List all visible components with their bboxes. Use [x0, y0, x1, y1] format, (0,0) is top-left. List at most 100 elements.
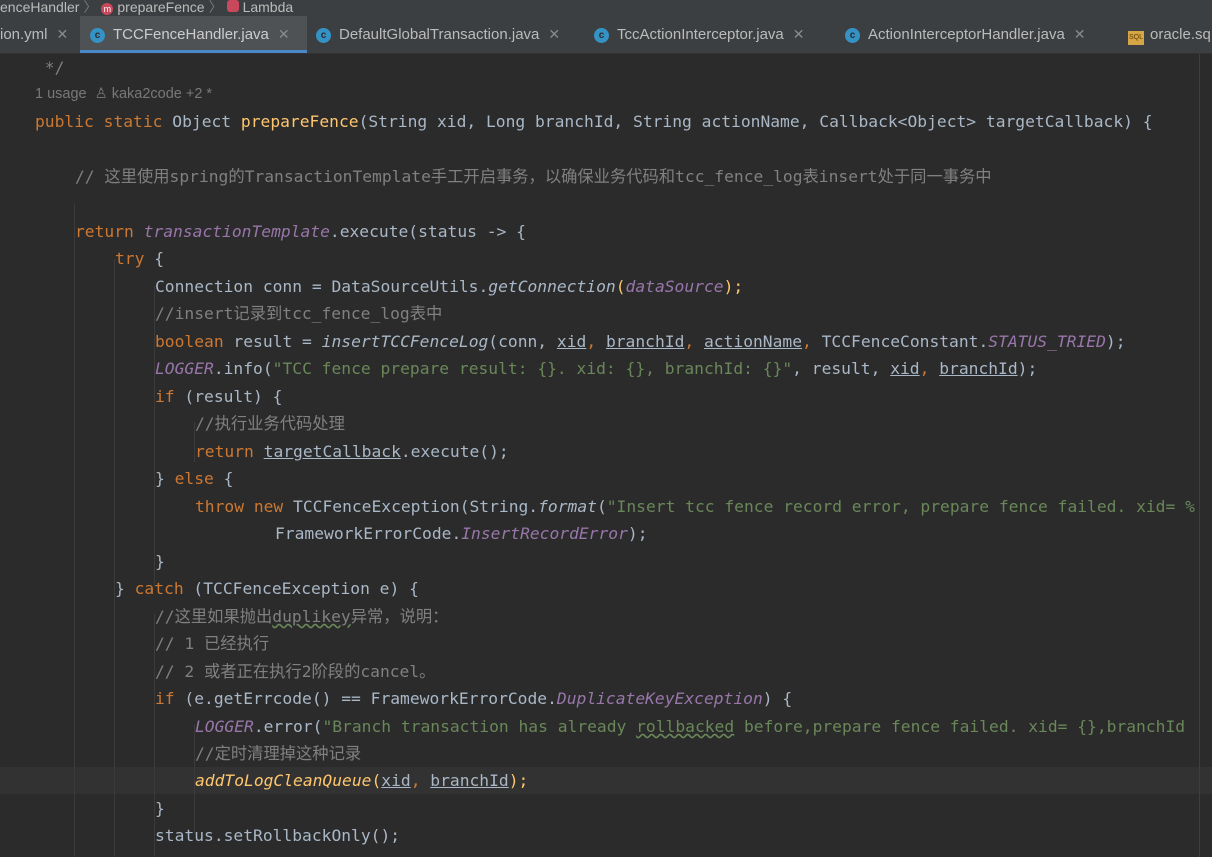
- code-text: {: [213, 469, 234, 488]
- field: dataSource: [625, 277, 724, 296]
- code-text: ) {: [762, 689, 793, 708]
- paren: (: [371, 771, 382, 790]
- field: LOGGER: [155, 359, 214, 378]
- tab-label: DefaultGlobalTransaction.java: [339, 26, 540, 43]
- code-text: .execute();: [400, 442, 509, 461]
- tab-actioninterceptorhandler[interactable]: c ActionInterceptorHandler.java ✕: [845, 16, 1086, 53]
- usages-hint[interactable]: 1 usage: [35, 86, 87, 102]
- keyword: if: [155, 689, 175, 708]
- code-text: );: [1017, 359, 1038, 378]
- comma: ,: [586, 332, 606, 351]
- tab-defaultglobaltransaction[interactable]: c DefaultGlobalTransaction.java ✕: [316, 16, 560, 53]
- keyword: public: [35, 112, 94, 131]
- field: transactionTemplate: [143, 222, 330, 241]
- keyword: else: [174, 469, 214, 488]
- keyword: return: [195, 442, 254, 461]
- code-text: }: [155, 552, 165, 571]
- parameter: xid: [556, 332, 587, 351]
- string: "Insert tcc fence record error, prepare …: [606, 497, 1195, 516]
- string: "TCC fence prepare result: {}. xid: {}, …: [272, 359, 793, 378]
- keyword: boolean: [155, 332, 224, 351]
- code-line-comment: //定时清理掉这种记录: [195, 740, 361, 767]
- field: LOGGER: [195, 717, 254, 736]
- close-icon[interactable]: ✕: [548, 26, 560, 42]
- tab-application-yml[interactable]: ion.yml ✕: [0, 16, 68, 53]
- string: "Branch transaction has already: [322, 717, 637, 736]
- parameter: branchId: [430, 771, 509, 790]
- lambda-icon: [226, 0, 239, 12]
- breadcrumb-class[interactable]: enceHandler: [0, 0, 79, 14]
- code-line-comment: //执行业务代码处理: [195, 410, 345, 437]
- code-line: */: [0, 54, 65, 81]
- keyword: try: [115, 249, 145, 268]
- string: before,prepare fence failed. xid= {},bra…: [734, 717, 1186, 736]
- static-method: addToLogCleanQueue: [195, 771, 372, 790]
- keyword: new: [253, 497, 284, 516]
- code-text: (TCCFenceException e) {: [183, 579, 419, 598]
- tab-label: ActionInterceptorHandler.java: [868, 26, 1065, 43]
- close-icon[interactable]: ✕: [1074, 26, 1086, 42]
- constant: InsertRecordError: [461, 524, 628, 543]
- parameter: xid: [381, 771, 411, 790]
- comma: ,: [802, 332, 822, 351]
- code-text: }: [155, 799, 165, 818]
- comment-end: */: [35, 58, 65, 77]
- indent-guide: [74, 204, 75, 857]
- indent-guide: [114, 259, 115, 857]
- code-line-logger-error: LOGGER.error("Branch transaction has alr…: [195, 713, 1185, 740]
- code-line-else: } else {: [155, 465, 233, 492]
- close-icon[interactable]: ✕: [278, 26, 290, 42]
- comment: // 2 或者正在执行2阶段的cancel。: [155, 662, 436, 681]
- tab-tccactioninterceptor[interactable]: c TccActionInterceptor.java ✕: [594, 16, 805, 53]
- code-line-return-callback: return targetCallback.execute();: [195, 438, 509, 465]
- paren: (: [615, 277, 626, 296]
- code-editor[interactable]: */ 1 usage ♙ kaka2code +2 * public stati…: [0, 54, 1212, 857]
- tab-tccfencehandler[interactable]: c TCCFenceHandler.java ✕: [80, 16, 307, 53]
- close-icon[interactable]: ✕: [57, 26, 69, 42]
- tab-label: oracle.sq: [1150, 26, 1211, 43]
- code-line-comment: // 这里使用spring的TransactionTemplate手工开启事务，…: [75, 163, 992, 190]
- code-line-comment: //insert记录到tcc_fence_log表中: [155, 300, 442, 327]
- code-line-brace: }: [155, 548, 165, 575]
- chevron-right-icon: 〉: [208, 0, 223, 15]
- java-class-icon: c: [594, 28, 609, 43]
- static-method: insertTCCFenceLog: [321, 332, 489, 351]
- parameters: (String xid, Long branchId, String actio…: [358, 112, 1153, 131]
- code-line-rollback: status.setRollbackOnly();: [155, 822, 400, 849]
- code-line-if-duplicate: if (e.getErrcode() == FrameworkErrorCode…: [155, 685, 792, 712]
- parameter: branchId: [939, 359, 1018, 378]
- comment: // 1 已经执行: [155, 634, 270, 653]
- method-icon: m: [101, 3, 114, 15]
- author-hint[interactable]: kaka2code +2 *: [112, 86, 212, 102]
- string-typo: rollbacked: [636, 717, 735, 736]
- breadcrumb-lambda[interactable]: Lambda: [243, 0, 294, 14]
- tab-label: ion.yml: [0, 26, 48, 43]
- comment: 异常，说明：: [350, 607, 449, 626]
- code-line-comment: // 1 已经执行: [155, 630, 269, 657]
- keyword: static: [103, 112, 163, 131]
- code-line-insert: boolean result = insertTCCFenceLog(conn,…: [155, 328, 1126, 355]
- chevron-right-icon: 〉: [83, 0, 98, 15]
- code-text: );: [627, 524, 648, 543]
- java-class-icon: c: [845, 28, 860, 43]
- code-line-brace: }: [155, 795, 165, 822]
- static-method: getConnection: [488, 277, 616, 296]
- code-line-signature: public static Object prepareFence(String…: [35, 108, 1153, 135]
- tab-oracle-sql[interactable]: SQL oracle.sq: [1128, 16, 1211, 53]
- breadcrumb-method[interactable]: prepareFence: [117, 0, 204, 14]
- current-line-highlight: [0, 767, 1212, 794]
- code-text: .error(: [253, 717, 323, 736]
- keyword: if: [155, 387, 175, 406]
- java-class-icon: c: [90, 28, 105, 43]
- close-icon[interactable]: ✕: [793, 26, 805, 42]
- inlay-hint[interactable]: 1 usage ♙ kaka2code +2 *: [35, 81, 212, 108]
- code-text: (e.getErrcode() == FrameworkErrorCode.: [174, 689, 557, 708]
- keyword: return: [75, 222, 134, 241]
- code-text: }: [155, 469, 175, 488]
- parameter: targetCallback: [263, 442, 401, 461]
- code-text: );: [1105, 332, 1126, 351]
- static-method: format: [538, 497, 597, 516]
- comment: //定时清理掉这种记录: [195, 744, 362, 763]
- code-text: (: [596, 497, 607, 516]
- method-name: prepareFence: [240, 112, 359, 131]
